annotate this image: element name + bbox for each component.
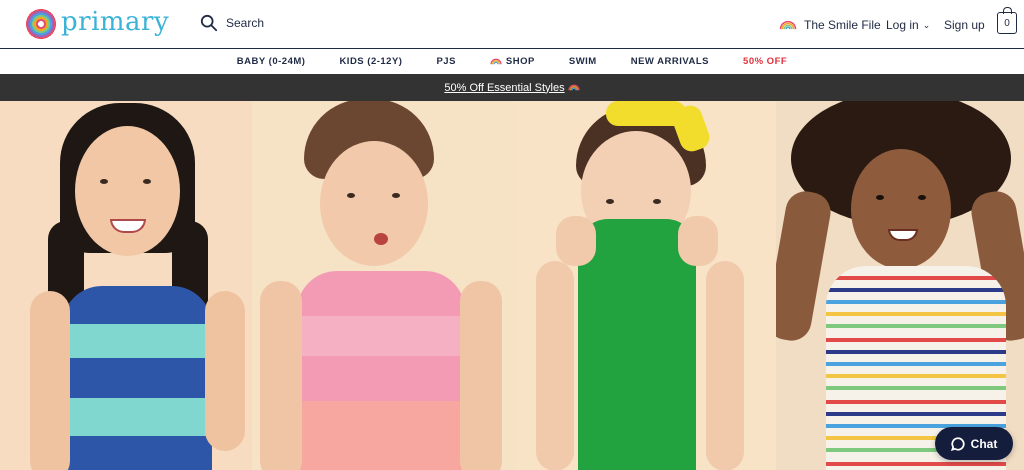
chevron-down-icon: ⌄ (922, 19, 931, 30)
eye (143, 179, 151, 184)
cart-count: 0 (1004, 17, 1010, 29)
green-tank (578, 219, 696, 470)
nav-sale[interactable]: 50% OFF (743, 56, 787, 67)
rainbow-icon (779, 20, 797, 30)
login-label: Log in (886, 18, 919, 32)
search-icon (200, 14, 218, 32)
arm-right (205, 291, 245, 451)
nav-shop[interactable]: SHOP (490, 56, 535, 67)
hero-panel-girl-stripes (0, 101, 252, 470)
smile-file-label: The Smile File (804, 18, 881, 32)
arm-left (30, 291, 70, 470)
hero-panel-boy-pink (252, 101, 516, 470)
tank-top (297, 271, 465, 470)
eye (918, 195, 926, 200)
face (320, 141, 428, 266)
nav-baby[interactable]: BABY (0-24M) (237, 56, 306, 67)
eye (653, 199, 661, 204)
hero-panel-child-rainbow (776, 101, 1024, 470)
hand-right (678, 216, 718, 266)
nav-kids[interactable]: KIDS (2-12Y) (339, 56, 402, 67)
face (75, 126, 180, 256)
signup-link[interactable]: Sign up (944, 18, 985, 32)
arm-left (260, 281, 302, 470)
login-dropdown[interactable]: Log in ⌄ (886, 18, 930, 32)
rainbow-icon (490, 58, 502, 65)
promo-banner: 50% Off Essential Styles (0, 74, 1024, 101)
arm-right (706, 261, 744, 470)
nav-new-arrivals[interactable]: NEW ARRIVALS (631, 56, 709, 67)
eye (347, 193, 355, 198)
chat-bubble-icon (950, 436, 965, 451)
search-label: Search (226, 16, 265, 30)
smile-file-link[interactable]: The Smile File (779, 18, 881, 32)
bag-icon[interactable]: 0 (997, 7, 1017, 34)
brand-name: primary (61, 7, 170, 37)
hand-left (556, 216, 596, 266)
nav-swim[interactable]: SWIM (569, 56, 597, 67)
hero-panel-girl-green (516, 101, 776, 470)
site-header: primary Search The Smile File Log in ⌄ S… (0, 0, 1024, 48)
face (851, 149, 951, 269)
search-button[interactable]: Search (200, 14, 264, 32)
eye (876, 195, 884, 200)
brand-logo[interactable]: primary (25, 7, 170, 40)
eye (606, 199, 614, 204)
chat-button[interactable]: Chat (935, 427, 1013, 460)
eye (392, 193, 400, 198)
arm-left (536, 261, 574, 470)
nav-shop-label: SHOP (505, 56, 535, 67)
tank-top (62, 286, 212, 470)
nav-pjs[interactable]: PJS (436, 56, 455, 67)
rainbow-icon (568, 84, 580, 91)
promo-text: 50% Off Essential Styles (444, 81, 565, 94)
hero-image[interactable] (0, 101, 1024, 470)
promo-link[interactable]: 50% Off Essential Styles (444, 81, 580, 94)
category-nav: BABY (0-24M) KIDS (2-12Y) PJS SHOP SWIM … (0, 49, 1024, 74)
o-mouth (374, 233, 388, 245)
arm-right (460, 281, 502, 470)
chat-label: Chat (970, 436, 998, 451)
logo-rings-icon (25, 8, 57, 40)
eye (100, 179, 108, 184)
